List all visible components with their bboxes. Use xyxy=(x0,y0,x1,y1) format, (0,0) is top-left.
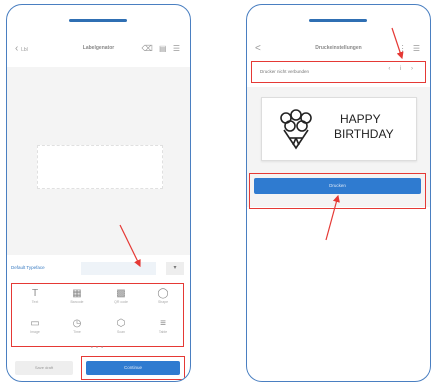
tool-table[interactable]: ≡ Table xyxy=(146,318,180,335)
label-text-line1: HAPPY xyxy=(340,112,381,126)
tool-label: Shape xyxy=(157,300,169,304)
tool-barcode[interactable]: ▦ Barcode xyxy=(60,288,94,305)
bottom-bar: Save draft Continue xyxy=(7,355,190,381)
tool-image[interactable]: ▭ Image xyxy=(18,318,52,335)
label-canvas[interactable] xyxy=(7,67,190,255)
printer-info-icons[interactable]: ‹ i › xyxy=(388,66,417,72)
printer-name: Drucker nicht verbunden xyxy=(260,69,310,74)
shape-icon: ◯ xyxy=(157,288,169,299)
blank-label[interactable] xyxy=(37,145,163,189)
tool-label: Image xyxy=(30,330,40,334)
tool-grid: T Text ▦ Barcode ▩ QR code ◯ Shape ▭ Ima… xyxy=(11,283,184,347)
tool-text[interactable]: T Text xyxy=(18,288,52,305)
back-button[interactable]: < xyxy=(255,43,261,54)
tool-label: Time xyxy=(73,330,81,334)
text-icon: T xyxy=(31,288,39,299)
print-topbar: < Druckeinstellungen ⋮ ☰ xyxy=(247,41,430,63)
font-name[interactable]: Default Typeface xyxy=(11,265,45,270)
font-dropdown-button[interactable]: ▾ xyxy=(166,262,184,275)
table-icon: ≡ xyxy=(160,318,166,329)
font-input[interactable] xyxy=(81,262,156,275)
page-title: Labelgenator xyxy=(82,45,115,51)
label-text-line2: BIRTHDAY xyxy=(334,127,394,141)
image-icon: ▭ xyxy=(30,318,40,329)
tool-shape[interactable]: ◯ Shape xyxy=(146,288,180,305)
tool-label: Barcode xyxy=(70,300,84,304)
printer-selector[interactable]: Drucker nicht verbunden ‹ i › xyxy=(251,61,426,83)
print-button[interactable]: Drucken xyxy=(254,178,421,194)
print-highlight: Drucken xyxy=(249,173,426,209)
bouquet-icon xyxy=(280,109,312,150)
tool-scan[interactable]: ⬡ Scan xyxy=(104,318,138,335)
phone-speaker xyxy=(309,19,367,22)
tool-label: Table xyxy=(158,330,168,334)
page-title: Druckeinstellungen xyxy=(315,45,362,51)
label-preview: HAPPY BIRTHDAY xyxy=(261,97,417,161)
barcode-icon: ▦ xyxy=(72,288,82,299)
tool-label: Scan xyxy=(117,330,125,334)
label-text: HAPPY BIRTHDAY xyxy=(334,112,394,142)
font-selector-row[interactable]: Default Typeface ▾ xyxy=(9,261,186,277)
qr-icon: ▩ xyxy=(116,288,126,299)
toolbar-icons[interactable]: ⋮ ☰ xyxy=(399,44,422,53)
tool-label: QR code xyxy=(114,300,128,304)
continue-button[interactable]: Continue xyxy=(86,361,180,375)
back-label: Lbl xyxy=(21,47,28,53)
scan-icon: ⬡ xyxy=(116,318,126,329)
tool-time[interactable]: ◷ Time xyxy=(60,318,94,335)
clock-icon: ◷ xyxy=(72,318,82,329)
toolbar-icons[interactable]: ⌫ ▤ ☰ xyxy=(142,44,183,53)
tool-label: Text xyxy=(31,300,39,304)
phone-speaker xyxy=(69,19,127,22)
phone-screen-print: < Druckeinstellungen ⋮ ☰ Drucker nicht v… xyxy=(246,4,431,382)
back-button[interactable]: ‹ Lbl xyxy=(15,43,28,54)
save-draft-button[interactable]: Save draft xyxy=(15,361,73,375)
tool-qrcode[interactable]: ▩ QR code xyxy=(104,288,138,305)
continue-highlight: Continue xyxy=(81,356,185,380)
phone-screen-editor: ‹ Lbl Labelgenator ⌫ ▤ ☰ Default Typefac… xyxy=(6,4,191,382)
editor-topbar: ‹ Lbl Labelgenator ⌫ ▤ ☰ xyxy=(7,41,190,63)
page-indicator: • • • xyxy=(91,345,105,351)
